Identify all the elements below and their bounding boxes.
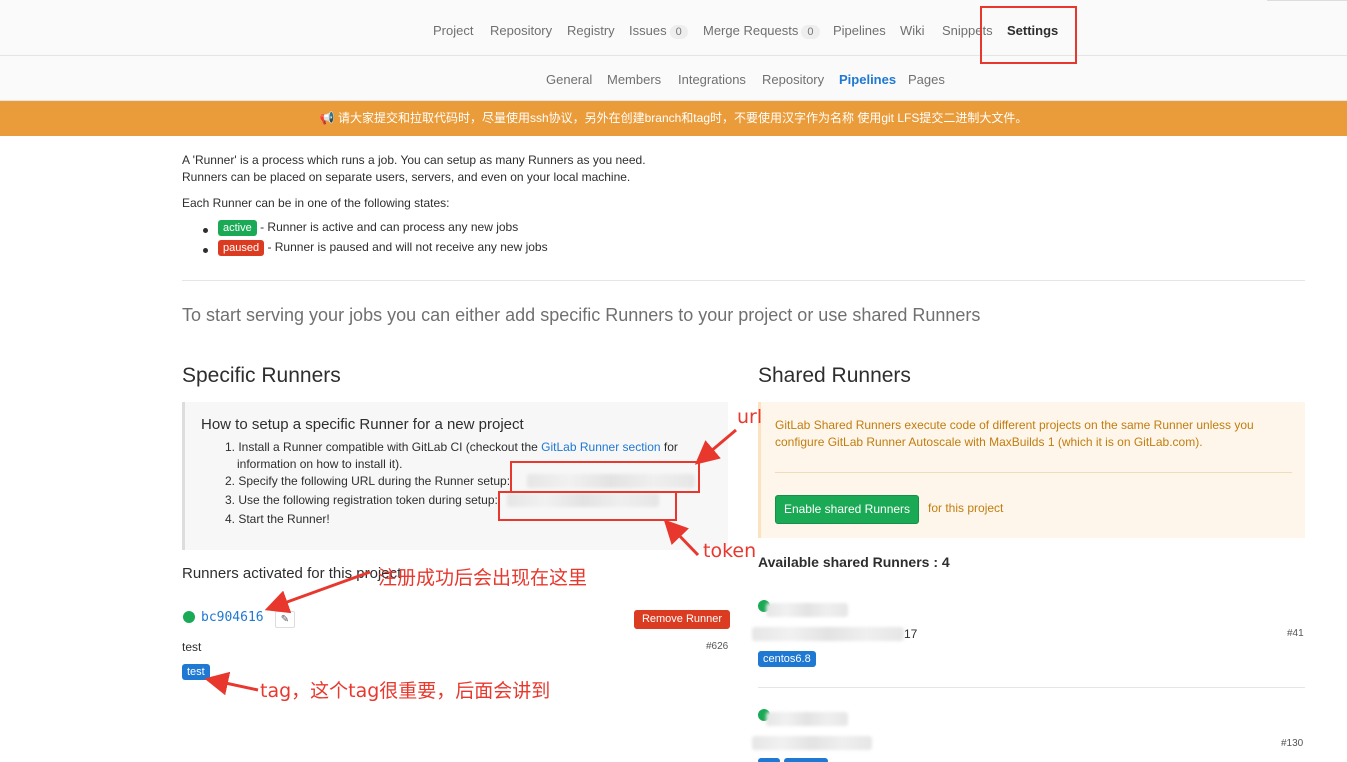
registered-arrow xyxy=(264,570,371,614)
url-arrow xyxy=(694,428,737,465)
token-arrow xyxy=(663,519,700,557)
tag-annotation: tag，这个tag很重要，后面会讲到 xyxy=(260,680,551,702)
annotation-arrows xyxy=(204,428,737,696)
url-annotation: url xyxy=(737,406,763,428)
token-annotation: token xyxy=(703,540,757,562)
tag-arrow xyxy=(204,671,259,696)
registered-annotation: 注册成功后会出现在这里 xyxy=(378,567,588,589)
